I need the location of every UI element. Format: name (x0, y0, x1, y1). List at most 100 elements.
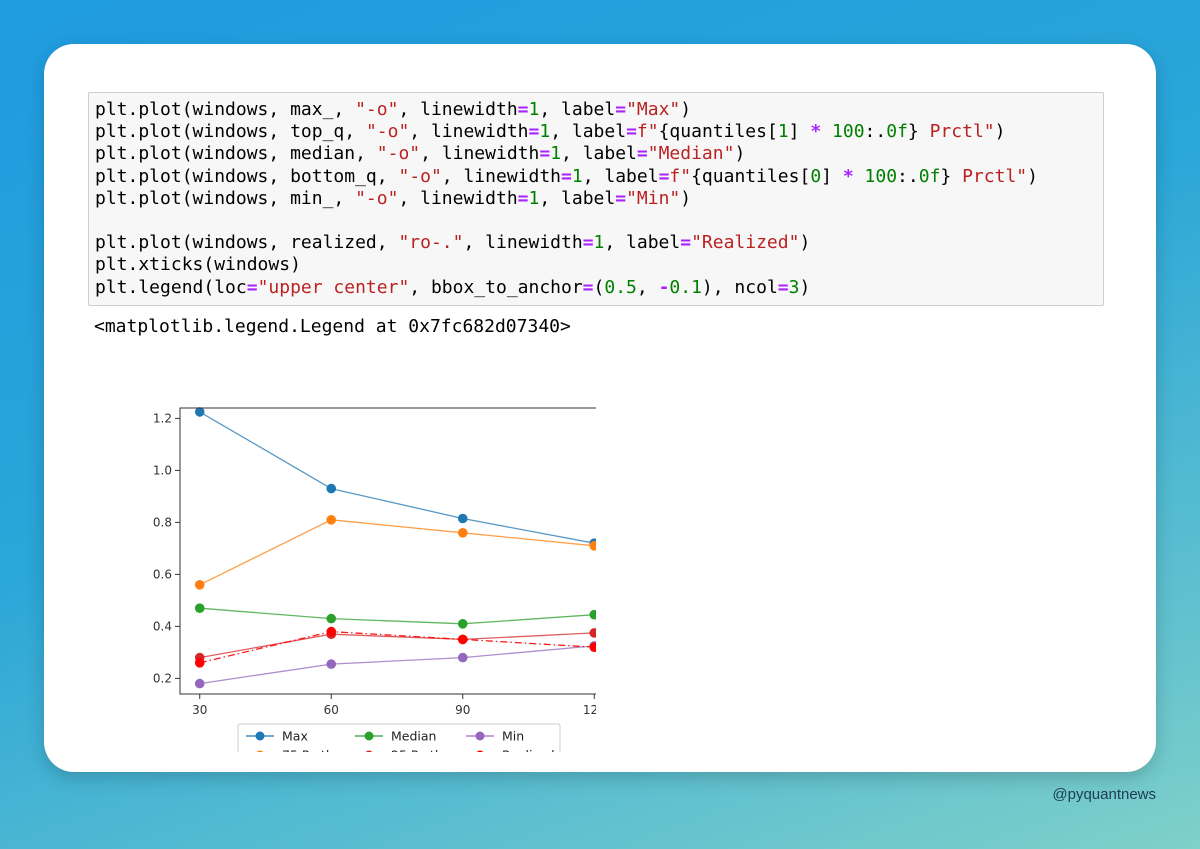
code-token: ), ncol (701, 276, 778, 298)
code-token: = (680, 232, 692, 254)
code-token: * (842, 165, 854, 187)
code-token: = (658, 165, 670, 187)
code-token: 0f (918, 165, 941, 187)
code-token: , linewidth (398, 99, 518, 120)
code-token: , linewidth (409, 121, 529, 143)
code-token: "-o" (376, 143, 421, 165)
watermark: @pyquantnews (1052, 786, 1156, 803)
x-tick-label: 120 (583, 703, 596, 717)
code-token: , label (582, 165, 659, 187)
code-token: :. (897, 165, 919, 187)
code-token: 0.5 (604, 276, 637, 298)
code-token: , linewidth (463, 232, 583, 254)
data-point-realized (326, 626, 337, 637)
code-token: = (582, 232, 594, 254)
code-token: * (810, 121, 822, 143)
notebook-card: plt.plot(windows, max_, "-o", linewidth=… (44, 44, 1156, 772)
code-token: "-o" (365, 121, 410, 143)
code-token: 100 (864, 165, 898, 187)
code-token: , linewidth (441, 165, 562, 187)
data-point-median (326, 613, 337, 624)
code-token: "-o" (398, 165, 442, 187)
data-point-max (457, 513, 468, 524)
code-token: , linewidth (398, 187, 518, 209)
code-token: , label (539, 99, 616, 120)
legend-label-realized: Realized (502, 748, 555, 753)
data-point-median (194, 603, 205, 613)
code-token: = (517, 187, 529, 209)
data-point-75-prctl (194, 580, 205, 590)
code-cell[interactable]: plt.plot(windows, max_, "-o", linewidth=… (88, 92, 1104, 306)
code-token: plt.plot(windows, max_, (95, 99, 356, 120)
code-token: f" (669, 165, 692, 187)
legend-label-median: Median (391, 729, 436, 744)
code-token: Prctl" (962, 165, 1028, 187)
code-token: = (246, 276, 258, 298)
code-token: = (539, 143, 551, 165)
code-line: plt.plot(windows, realized, "ro-.", line… (95, 232, 1103, 254)
code-token: = (582, 276, 594, 298)
code-token: :. (864, 121, 887, 143)
code-token: - (658, 276, 670, 298)
code-token: "-o" (355, 99, 399, 120)
code-line: plt.xticks(windows) (95, 254, 1103, 276)
code-token: ) (994, 121, 1006, 143)
code-token: 1 (593, 232, 605, 254)
y-tick-label: 0.8 (153, 515, 172, 529)
code-token: = (561, 165, 572, 187)
code-token: , label (550, 121, 627, 143)
code-token: ) (734, 143, 746, 165)
code-token: = (528, 121, 540, 143)
code-line: plt.plot(windows, median, "-o", linewidt… (95, 143, 1103, 165)
code-token: 1 (539, 121, 551, 143)
code-token: plt.xticks(windows) (95, 254, 301, 276)
data-point-75-prctl (457, 528, 468, 538)
chart-legend: Max 75 Prctl Median 25 Prctl Min Realized (237, 723, 561, 753)
data-point-realized (457, 634, 468, 645)
code-line: plt.plot(windows, max_, "-o", linewidth=… (95, 99, 1103, 121)
x-tick-label: 60 (324, 703, 339, 717)
code-token: 0 (810, 165, 822, 187)
code-token: , (636, 276, 659, 298)
code-line: plt.plot(windows, bottom_q, "-o", linewi… (95, 166, 1103, 188)
x-tick-label: 90 (455, 703, 470, 717)
code-token: {quantiles[ (658, 121, 778, 143)
code-token: "Min" (626, 187, 681, 209)
code-token: ] (788, 121, 811, 143)
data-point-min (326, 659, 337, 669)
code-token: 3 (788, 276, 800, 298)
code-token: Prctl" (929, 121, 995, 143)
code-token: 1 (571, 165, 583, 187)
code-token: plt.plot(windows, median, (95, 143, 377, 165)
line-chart: 0.20.40.60.81.01.2306090120 Max75 PrctlM… (96, 352, 596, 752)
code-token: = (626, 121, 637, 143)
legend-swatch-marker-median (364, 731, 374, 741)
code-token: ( (593, 276, 605, 298)
code-token: "upper center" (257, 276, 410, 298)
y-tick-label: 1.2 (153, 411, 172, 425)
data-point-max (194, 407, 205, 417)
code-token: plt.plot(windows, bottom_q, (95, 165, 399, 187)
code-token: = (517, 99, 529, 120)
y-tick-label: 0.4 (153, 619, 172, 633)
code-token: 1 (777, 121, 789, 143)
code-token: = (777, 276, 789, 298)
cell-output-text: <matplotlib.legend.Legend at 0x7fc682d07… (94, 316, 571, 337)
code-token: 100 (832, 121, 865, 143)
code-token: ) (799, 232, 811, 254)
y-tick-label: 0.6 (153, 567, 172, 581)
data-point-75-prctl (326, 515, 337, 525)
code-token: ) (799, 276, 811, 298)
code-token: = (615, 187, 627, 209)
data-point-median (457, 619, 468, 629)
code-token: = (636, 143, 648, 165)
code-token: f" (636, 121, 659, 143)
code-token: "ro-." (398, 232, 464, 254)
code-token: ] (821, 165, 843, 187)
data-point-realized (194, 658, 205, 668)
data-point-min (457, 652, 468, 663)
code-token: "Max" (626, 99, 681, 120)
